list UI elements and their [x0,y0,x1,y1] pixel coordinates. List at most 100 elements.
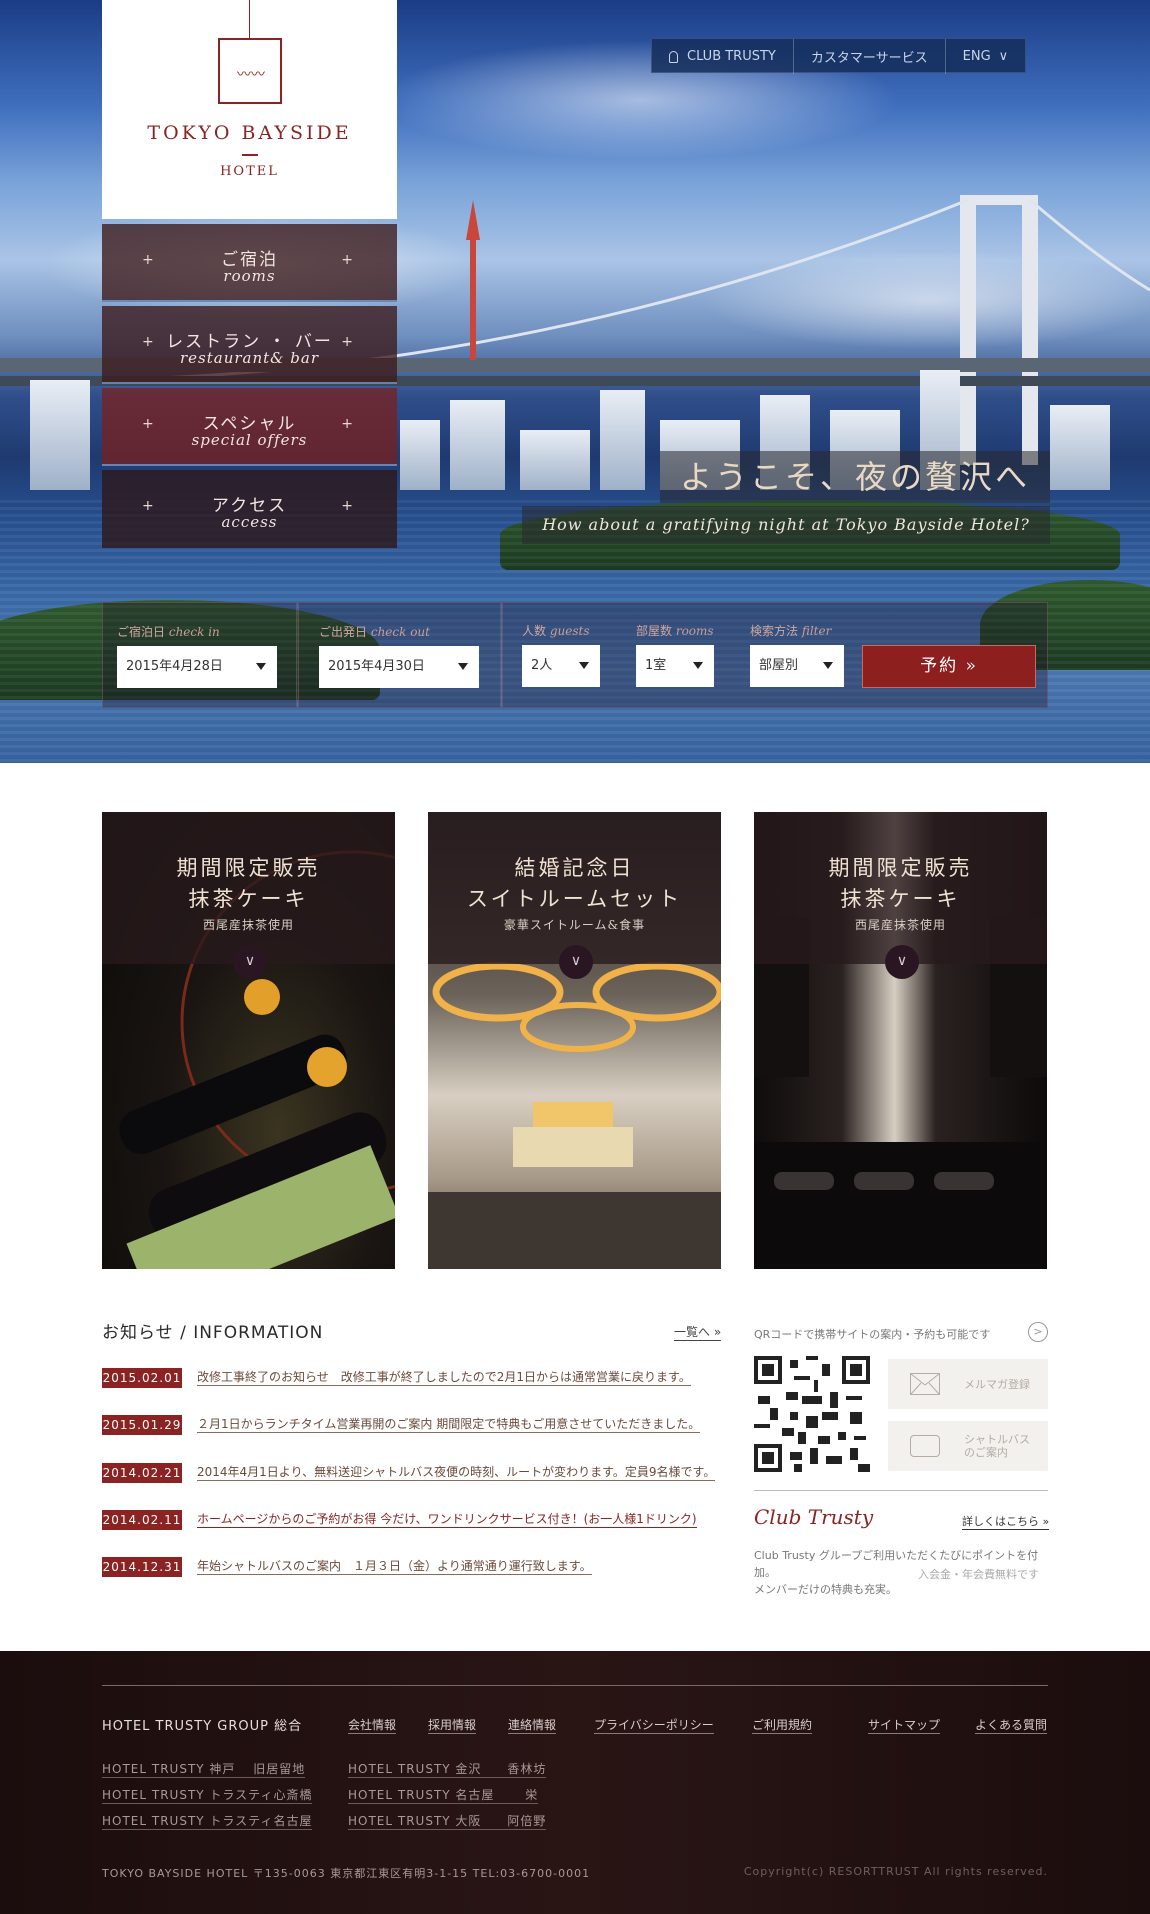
logo-subname: HOTEL [220,164,279,179]
feature-title-line2: 抹茶ケーキ [188,887,309,911]
dropdown-arrow-icon [256,663,266,670]
dropdown-arrow-icon [823,662,833,669]
news-text[interactable]: 改修工事終了のお知らせ 改修工事が終了しましたので2月1日からは通常営業に戻りま… [197,1370,691,1386]
hotel-logo[interactable]: 〰〰 TOKYO BAYSIDE HOTEL [102,0,397,219]
menu-item-restaurant[interactable]: + レストラン ・ バー restaurant& bar + [102,306,397,384]
feature-caption: 期間限定販売 抹茶ケーキ 西尾産抹茶使用 [754,812,1047,964]
guests-label: 人数 guests [522,624,590,638]
hotel-link[interactable]: HOTEL TRUSTY 大阪 阿倍野 [348,1812,547,1830]
menu-item-rooms[interactable]: + ご宿泊 rooms + [102,224,397,302]
info-heading: お知らせ / INFORMATION [102,1323,324,1343]
chevron-down-icon[interactable]: ∨ [885,945,919,979]
club-trusty-title: Club Trusty [754,1505,874,1529]
news-date: 2015.02.01 [102,1368,182,1388]
feature-title-line1: 期間限定販売 [828,856,973,880]
feature-card-anniversary-suite[interactable]: 結婚記念日 スイトルームセット 豪華スイトルーム&食事 ∨ [428,812,721,1269]
news-item[interactable]: 2014.12.31 年始シャトルバスのご案内 １月３日（金）より通常通り運行致… [102,1557,732,1579]
language-selector[interactable]: ENG ∨ [946,39,1026,74]
hotel-link[interactable]: HOTEL TRUSTY 名古屋 栄 [348,1786,539,1804]
filter-value: 部屋別 [759,658,799,673]
hotel-link[interactable]: HOTEL TRUSTY 神戸 旧居留地 [102,1760,306,1778]
reserve-button[interactable]: 予約 » [862,645,1036,688]
rooms-value: 1室 [645,658,667,673]
hero-subline: How about a gratifying night at Tokyo Ba… [522,506,1050,544]
hero-headline: ようこそ、夜の贅沢へ [660,451,1050,503]
footer-divider [102,1685,1048,1686]
feature-title-line1: 結婚記念日 [514,856,635,880]
menu-item-sublabel: restaurant& bar [179,349,319,367]
feature-card-matcha-cake[interactable]: 期間限定販売 抹茶ケーキ 西尾産抹茶使用 ∨ [102,812,395,1269]
top-navigation: CLUB TRUSTY カスタマーサービス ENG ∨ [651,38,1027,74]
plus-icon: + [341,498,353,514]
checkout-label: ご出発日 check out [319,625,430,639]
bus-icon [910,1435,940,1457]
footer-link-recruit[interactable]: 採用情報 [428,1716,477,1734]
checkout-group: ご出発日 check out 2015年4月30日 [298,602,501,708]
news-text[interactable]: ２月1日からランチタイム営業再開のご案内 期間限定で特典もご用意させていただきま… [197,1417,701,1433]
mail-icon [910,1373,940,1395]
menu-item-sublabel: access [221,513,278,531]
feature-title-line1: 期間限定販売 [176,856,321,880]
guests-value: 2人 [531,658,553,673]
footer-link-sitemap[interactable]: サイトマップ [868,1716,941,1734]
newsletter-button[interactable]: メルマガ登録 [888,1359,1048,1409]
plus-icon: + [341,252,353,268]
news-date: 2014.12.31 [102,1557,182,1577]
guests-select[interactable]: 2人 [522,645,600,687]
chevron-down-icon[interactable]: ∨ [559,945,593,979]
feature-card-matcha-cake-2[interactable]: 期間限定販売 抹茶ケーキ 西尾産抹茶使用 ∨ [754,812,1047,1269]
rooms-select[interactable]: 1室 [636,645,714,687]
chevron-down-icon[interactable]: ∨ [233,945,267,979]
hotel-link[interactable]: HOTEL TRUSTY トラスティ名古屋 [102,1812,313,1830]
feature-caption: 期間限定販売 抹茶ケーキ 西尾産抹茶使用 [102,812,395,964]
news-item[interactable]: 2015.01.29 ２月1日からランチタイム営業再開のご案内 期間限定で特典も… [102,1415,732,1437]
language-label: ENG [962,49,991,64]
plus-icon: + [341,416,353,432]
dropdown-arrow-icon [579,662,589,669]
news-item[interactable]: 2015.02.01 改修工事終了のお知らせ 改修工事が終了しましたので2月1日… [102,1368,732,1390]
feature-title-line2: スイトルームセット [466,887,683,911]
club-trusty-label: CLUB TRUSTY [687,49,776,64]
hotel-link[interactable]: HOTEL TRUSTY 金沢 香林坊 [348,1760,547,1778]
divider [754,1490,1048,1491]
menu-item-sublabel: rooms [223,267,276,285]
customer-service-link[interactable]: カスタマーサービス [794,39,946,74]
logo-hanger [249,0,250,38]
news-text[interactable]: ホームページからのご予約がお得 今だけ、ワンドリンクサービス付き！(お一人様1ド… [197,1512,697,1528]
logo-name: TOKYO BAYSIDE [147,122,352,144]
hotel-link[interactable]: HOTEL TRUSTY トラスティ心斎橋 [102,1786,313,1804]
feature-subtitle: 西尾産抹茶使用 [854,918,946,932]
feature-subtitle: 西尾産抹茶使用 [202,918,294,932]
news-text[interactable]: 2014年4月1日より、無料送迎シャトルバス夜便の時刻、ルートが変わります。定員… [197,1465,716,1481]
footer-link-terms[interactable]: ご利用規約 [752,1716,813,1734]
footer-link-contact[interactable]: 連絡情報 [508,1716,557,1734]
logo-divider [242,154,258,156]
checkin-value: 2015年4月28日 [126,659,223,674]
footer-link-privacy[interactable]: プライバシーポリシー [594,1716,714,1734]
checkin-label: ご宿泊日 check in [117,625,220,639]
checkin-group: ご宿泊日 check in 2015年4月28日 [102,602,297,708]
info-all-link[interactable]: 一覧へ » [674,1323,722,1341]
feature-caption: 結婚記念日 スイトルームセット 豪華スイトルーム&食事 [428,812,721,964]
menu-item-access[interactable]: + アクセス access + [102,470,397,548]
news-item[interactable]: 2014.02.11 ホームページからのご予約がお得 今だけ、ワンドリンクサービ… [102,1510,732,1532]
club-trusty-link[interactable]: CLUB TRUSTY [652,39,794,74]
feature-subtitle: 豪華スイトルーム&食事 [503,918,646,932]
news-item[interactable]: 2014.02.21 2014年4月1日より、無料送迎シャトルバス夜便の時刻、ル… [102,1463,732,1485]
news-text[interactable]: 年始シャトルバスのご案内 １月３日（金）より通常通り運行致します。 [197,1559,592,1575]
plus-icon: + [341,334,353,350]
group-title[interactable]: HOTEL TRUSTY GROUP 総合 [102,1715,302,1734]
newsletter-label: メルマガ登録 [964,1377,1030,1391]
person-icon [669,50,678,63]
shuttle-bus-button[interactable]: シャトルバス のご案内 [888,1421,1048,1471]
footer-link-faq[interactable]: よくある質問 [975,1716,1048,1734]
filter-select[interactable]: 部屋別 [750,645,844,687]
qr-code [754,1356,870,1472]
menu-item-special-offers[interactable]: + スペシャル special offers + [102,388,397,466]
chevron-right-icon[interactable]: > [1028,1322,1048,1342]
checkout-select[interactable]: 2015年4月30日 [319,646,479,688]
club-details-link[interactable]: 詳しくはこちら » [962,1513,1050,1530]
checkin-select[interactable]: 2015年4月28日 [117,646,277,688]
news-date: 2015.01.29 [102,1415,182,1435]
footer-link-company[interactable]: 会社情報 [348,1716,397,1734]
